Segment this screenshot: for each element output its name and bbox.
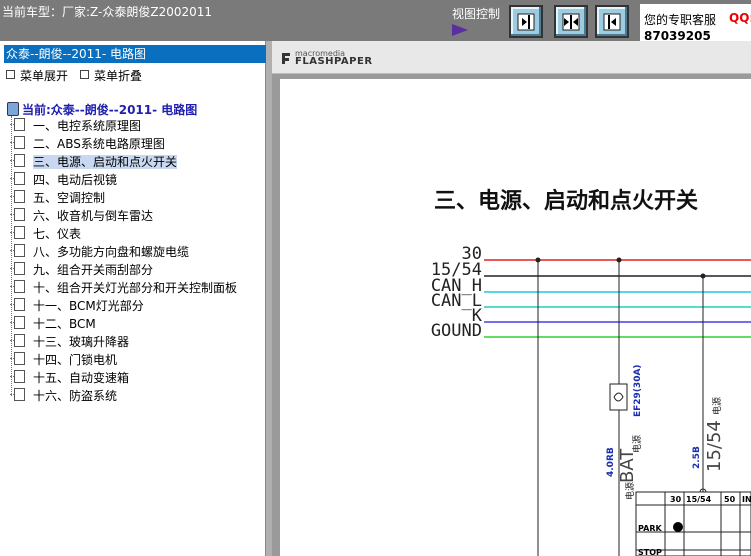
bat-label: BAT <box>617 448 638 483</box>
tree-item[interactable]: 三、电源、启动和点火开关 <box>10 154 178 170</box>
document-icon <box>10 118 25 131</box>
document-icon <box>10 262 25 275</box>
junction-dot <box>700 273 706 279</box>
flashpaper-icon <box>282 53 290 64</box>
table-header: 30 <box>670 495 682 504</box>
menu-collapse-button[interactable]: 菜单折叠 <box>80 67 142 84</box>
tree-item[interactable]: 十二、BCM <box>10 316 96 332</box>
tree-item[interactable]: 二、ABS系统电路原理图 <box>10 136 165 152</box>
tree-item-label: 九、组合开关雨刮部分 <box>33 263 154 277</box>
logo-big-text: FLASHPAPER <box>295 56 373 67</box>
tree-item[interactable]: 八、多功能方向盘和螺旋电缆 <box>10 244 190 260</box>
document-icon <box>10 172 25 185</box>
tree-item-label: 二、ABS系统电路原理图 <box>33 137 165 151</box>
tree-item-label: 五、空调控制 <box>33 191 106 205</box>
tree-item-label: 十五、自动变速箱 <box>33 371 130 385</box>
qq-label[interactable]: QQ: <box>729 11 751 25</box>
menu-expand-label: 菜单展开 <box>20 69 69 83</box>
top-bar: 当前车型：厂家:Z-众泰朗俊Z2002011 视图控制 您的专职客服 QQ: 8… <box>0 0 751 43</box>
document-page: 三、电源、启动和点火开关 30 15/54 CAN_H CAN_L K GOUND <box>280 79 751 556</box>
tree-item[interactable]: 六、收音机与倒车雷达 <box>10 208 154 224</box>
viewer-toolbar: macromedia FLASHPAPER <box>272 41 751 74</box>
document-icon <box>10 334 25 347</box>
collapse-left-button[interactable] <box>509 5 543 38</box>
junction-dot <box>535 257 541 263</box>
tree-item[interactable]: 十五、自动变速箱 <box>10 370 130 386</box>
document-icon <box>10 136 25 149</box>
fuse-label: EF29(30A) <box>633 364 643 417</box>
tree-item-label: 一、电控系统原理图 <box>33 119 142 133</box>
tree-item-label: 十、组合开关灯光部分和开关控制面板 <box>33 281 238 295</box>
sidebar: 众泰--朗俊--2011- 电路图 菜单展开 菜单折叠 当前:众泰--朗俊--2… <box>0 41 268 556</box>
tree-item[interactable]: 九、组合开关雨刮部分 <box>10 262 154 278</box>
document-icon <box>10 352 25 365</box>
sidebar-title: 众泰--朗俊--2011- 电路图 <box>4 45 268 63</box>
junction-dot <box>616 257 622 263</box>
center-split-button[interactable] <box>554 5 588 38</box>
tree-item-label: 三、电源、启动和点火开关 <box>33 155 178 169</box>
document-icon <box>10 388 25 401</box>
current-car-model: 当前车型：厂家:Z-众泰朗俊Z2002011 <box>2 5 213 19</box>
menu-collapse-label: 菜单折叠 <box>94 69 143 83</box>
collapse-right-button[interactable] <box>595 5 629 38</box>
vertical-1554-side-label: 电源 <box>711 397 723 415</box>
tree-item[interactable]: 十、组合开关灯光部分和开关控制面板 <box>10 280 238 296</box>
tree-item[interactable]: 七、仪表 <box>10 226 82 242</box>
tree-root[interactable]: 当前:众泰--朗俊--2011- 电路图 <box>7 101 197 118</box>
bat-side-label: 电源 <box>624 482 636 500</box>
tree-item[interactable]: 四、电动后视镜 <box>10 172 118 188</box>
tree-item-label: 十一、BCM灯光部分 <box>33 299 144 313</box>
document-viewer: macromedia FLASHPAPER 三、电源、启动和点火开关 30 15/… <box>272 41 751 556</box>
table-header: 50 <box>724 495 736 504</box>
table-row-label: PARK <box>638 524 662 533</box>
document-icon <box>10 154 25 167</box>
tree-item-label: 八、多功能方向盘和螺旋电缆 <box>33 245 190 259</box>
computer-icon <box>7 102 19 116</box>
document-icon <box>10 226 25 239</box>
tree-item-label: 四、电动后视镜 <box>33 173 118 187</box>
tree-item[interactable]: 十六、防盗系统 <box>10 388 118 404</box>
tree-root-label: 当前:众泰--朗俊--2011- 电路图 <box>22 103 198 117</box>
document-icon <box>10 208 25 221</box>
vertical-1554-label: 15/54 <box>704 420 725 472</box>
view-control-label: 视图控制 <box>452 7 501 21</box>
expand-square-icon <box>6 70 15 79</box>
tree-item[interactable]: 一、电控系统原理图 <box>10 118 142 134</box>
tree-item-label: 七、仪表 <box>33 227 82 241</box>
tree-item[interactable]: 五、空调控制 <box>10 190 106 206</box>
document-icon <box>10 244 25 257</box>
flashpaper-logo: macromedia FLASHPAPER <box>282 49 373 67</box>
collapse-right-icon <box>603 13 621 31</box>
table-header: IN <box>742 495 751 504</box>
wiring-schematic: EF29(30A)电源BAT电源4.0RB 2.5B 15/54电源30 15/54 5… <box>484 257 751 556</box>
document-icon <box>10 190 25 203</box>
collapse-square-icon <box>80 70 89 79</box>
tree-item-label: 十四、门锁电机 <box>33 353 118 367</box>
customer-service-panel: 您的专职客服 QQ: 87039205 <box>640 4 751 43</box>
view-control-arrow-icon <box>452 24 468 36</box>
document-icon <box>10 316 25 329</box>
tree-item[interactable]: 十一、BCM灯光部分 <box>10 298 144 314</box>
table-row-label: STOP <box>638 548 662 556</box>
center-split-icon <box>562 13 580 31</box>
tree-item-label: 六、收音机与倒车雷达 <box>33 209 154 223</box>
tree-item[interactable]: 十三、玻璃升降器 <box>10 334 130 350</box>
fuse-symbol <box>609 383 628 411</box>
collapse-left-icon <box>517 13 535 31</box>
wire-code-label: 2.5B <box>692 446 702 469</box>
service-label: 您的专职客服 <box>644 13 717 27</box>
tree-item-label: 十六、防盗系统 <box>33 389 118 403</box>
menu-expand-button[interactable]: 菜单展开 <box>6 67 68 84</box>
table-header: 15/54 <box>686 495 712 504</box>
tree-item-label: 十二、BCM <box>33 317 96 331</box>
document-icon <box>10 280 25 293</box>
document-icon <box>10 298 25 311</box>
tree-connector <box>11 116 13 396</box>
wire-code-label: 4.0RB <box>606 447 616 477</box>
tree-item-label: 十三、玻璃升降器 <box>33 335 130 349</box>
document-icon <box>10 370 25 383</box>
tree-item[interactable]: 十四、门锁电机 <box>10 352 118 368</box>
